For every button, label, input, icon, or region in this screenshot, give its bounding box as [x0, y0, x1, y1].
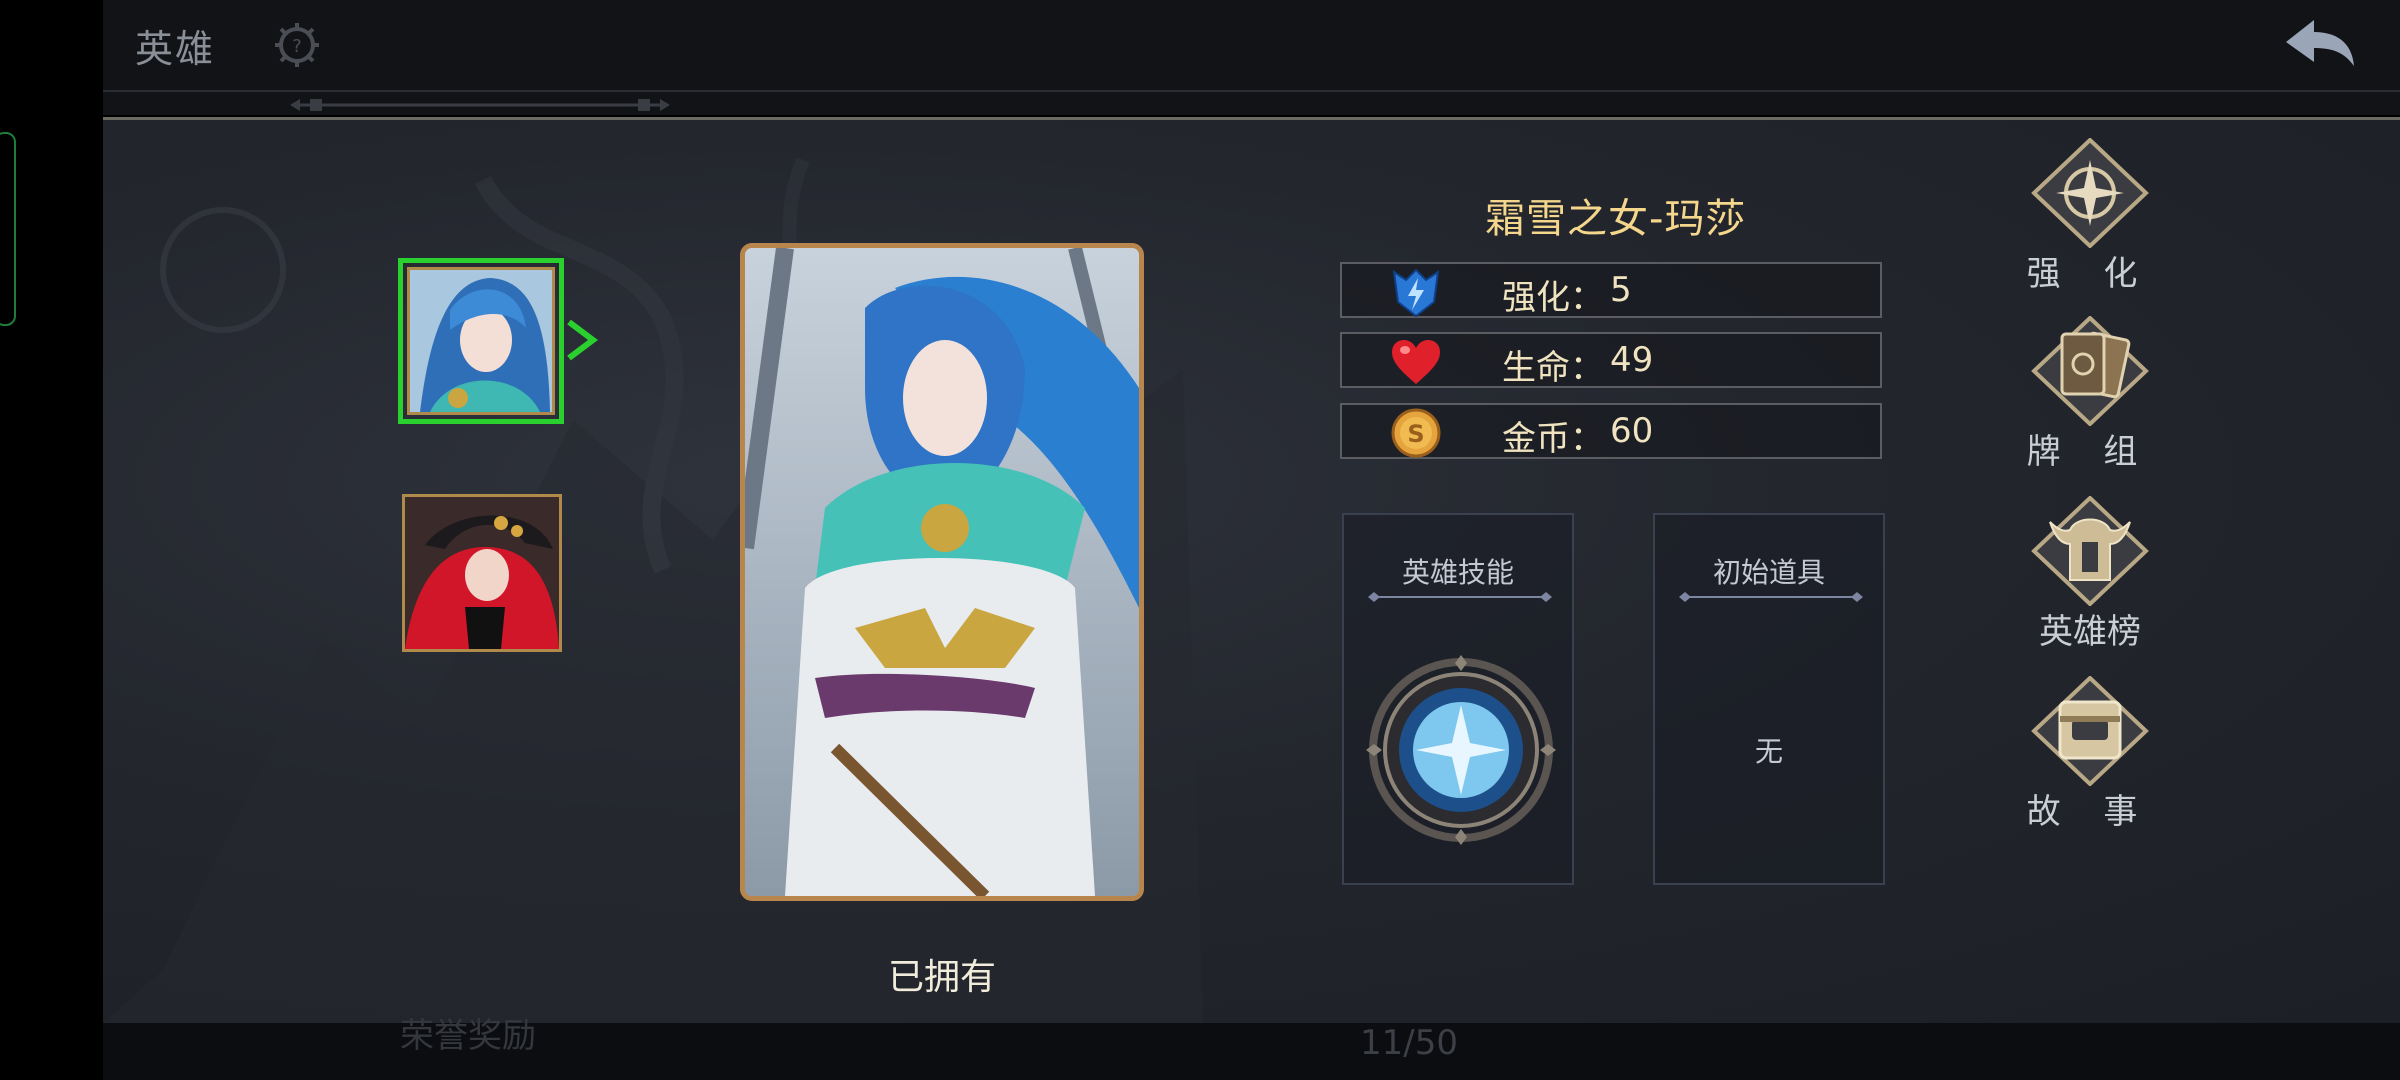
svg-text:?: ?	[292, 36, 302, 57]
stat-row-health: 生命： 49	[1340, 332, 1882, 388]
hero-portrait-image	[405, 497, 559, 649]
hero-card-art	[740, 243, 1144, 901]
hero-skill-panel: 英雄技能	[1342, 513, 1574, 885]
story-label: 故 事	[2026, 792, 2154, 832]
stat-value: 5	[1610, 270, 1632, 310]
card-deck-icon	[2031, 316, 2149, 426]
stat-row-enhance: 强化： 5	[1340, 262, 1882, 318]
help-gear-icon[interactable]: ?	[272, 20, 322, 70]
starting-item-title: 初始道具	[1712, 556, 1825, 589]
stat-label: 强化：	[1502, 278, 1604, 318]
horned-helmet-icon	[2031, 496, 2149, 606]
heart-icon	[1392, 340, 1440, 384]
stat-row-gold: S 金币： 60	[1340, 403, 1882, 459]
hero-portrait-selected[interactable]	[398, 258, 564, 424]
stat-value: 60	[1610, 411, 1654, 451]
svg-text:S: S	[1407, 420, 1424, 448]
stat-label: 生命：	[1502, 348, 1604, 388]
hero-ranking-button[interactable]: 英雄榜	[2020, 496, 2160, 666]
starting-item-value: 无	[1754, 735, 1783, 768]
page-title: 英雄	[135, 27, 216, 71]
hero-portrait-image	[410, 270, 552, 412]
back-arrow-icon[interactable]	[2280, 14, 2360, 74]
story-chest-icon	[2031, 676, 2149, 786]
story-button[interactable]: 故 事	[2020, 676, 2160, 846]
selection-chevron-icon	[567, 319, 598, 361]
honor-reward-button[interactable]: 荣誉奖励	[400, 1008, 536, 1057]
starting-item-panel: 初始道具 无	[1653, 513, 1885, 885]
gold-coin-icon: S	[1391, 408, 1441, 458]
title-underline	[1679, 592, 1863, 602]
top-divider	[103, 90, 2400, 92]
hero-ranking-label: 英雄榜	[2039, 612, 2141, 652]
edge-swipe-handle[interactable]	[0, 132, 16, 326]
header-ornament	[290, 99, 670, 111]
stat-label: 金币：	[1502, 419, 1604, 459]
lightning-crest-icon	[1392, 268, 1440, 318]
page-counter: 11/50	[1360, 1023, 1458, 1063]
deck-label: 牌 组	[2026, 432, 2154, 472]
hero-portrait[interactable]	[402, 494, 562, 652]
compass-star-icon	[2031, 138, 2149, 248]
stat-value: 49	[1610, 340, 1654, 380]
ownership-status: 已拥有	[888, 957, 997, 998]
hero-name: 霜雪之女-玛莎	[1485, 196, 1747, 242]
frost-skill-icon[interactable]	[1366, 655, 1556, 845]
deck-button[interactable]: 牌 组	[2020, 316, 2160, 486]
title-underline	[1368, 592, 1552, 602]
hero-skill-title: 英雄技能	[1401, 556, 1514, 589]
enhance-button[interactable]: 强 化	[2020, 138, 2160, 308]
enhance-label: 强 化	[2026, 254, 2154, 294]
